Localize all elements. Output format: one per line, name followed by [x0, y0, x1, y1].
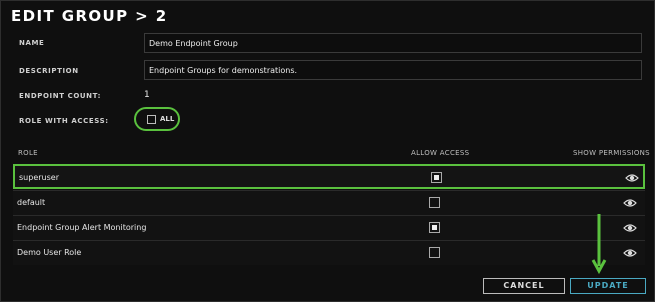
all-roles-toggle[interactable]: ALL [134, 107, 180, 131]
eye-icon[interactable] [623, 196, 637, 210]
update-button[interactable]: UPDATE [570, 278, 646, 294]
role-name: Endpoint Group Alert Monitoring [17, 223, 147, 232]
allow-access-checkbox[interactable] [429, 222, 440, 233]
allow-access-checkbox[interactable] [431, 172, 442, 183]
arrow-down-icon [591, 214, 607, 275]
table-row: Demo User Role [13, 240, 645, 265]
all-label: ALL [160, 115, 175, 123]
column-header-role: ROLE [18, 149, 38, 157]
endpoint-count-label: ENDPOINT COUNT: [19, 92, 102, 100]
role-name: default [17, 198, 46, 207]
description-label: DESCRIPTION [19, 67, 79, 75]
column-header-allow-access: ALLOW ACCESS [411, 149, 470, 157]
eye-icon[interactable] [623, 246, 637, 260]
name-label: NAME [19, 39, 45, 47]
table-row: default [13, 190, 645, 215]
allow-access-checkbox[interactable] [429, 197, 440, 208]
edit-group-panel: EDIT GROUP > 2 NAME Demo Endpoint Group … [0, 0, 655, 302]
allow-access-checkbox[interactable] [429, 247, 440, 258]
all-checkbox[interactable] [147, 115, 156, 124]
role-name: Demo User Role [17, 248, 82, 257]
eye-icon[interactable] [625, 171, 639, 185]
table-row: superuser [13, 164, 645, 189]
table-row: Endpoint Group Alert Monitoring [13, 215, 645, 240]
description-field[interactable]: Endpoint Groups for demonstrations. [144, 60, 642, 80]
column-header-show-permissions: SHOW PERMISSIONS [573, 149, 650, 157]
endpoint-count-value: 1 [144, 90, 150, 100]
name-field[interactable]: Demo Endpoint Group [144, 33, 642, 53]
role-with-access-label: ROLE WITH ACCESS: [19, 117, 109, 125]
eye-icon[interactable] [623, 221, 637, 235]
role-name: superuser [19, 173, 59, 182]
cancel-button[interactable]: CANCEL [483, 278, 565, 294]
page-title: EDIT GROUP > 2 [11, 7, 168, 25]
